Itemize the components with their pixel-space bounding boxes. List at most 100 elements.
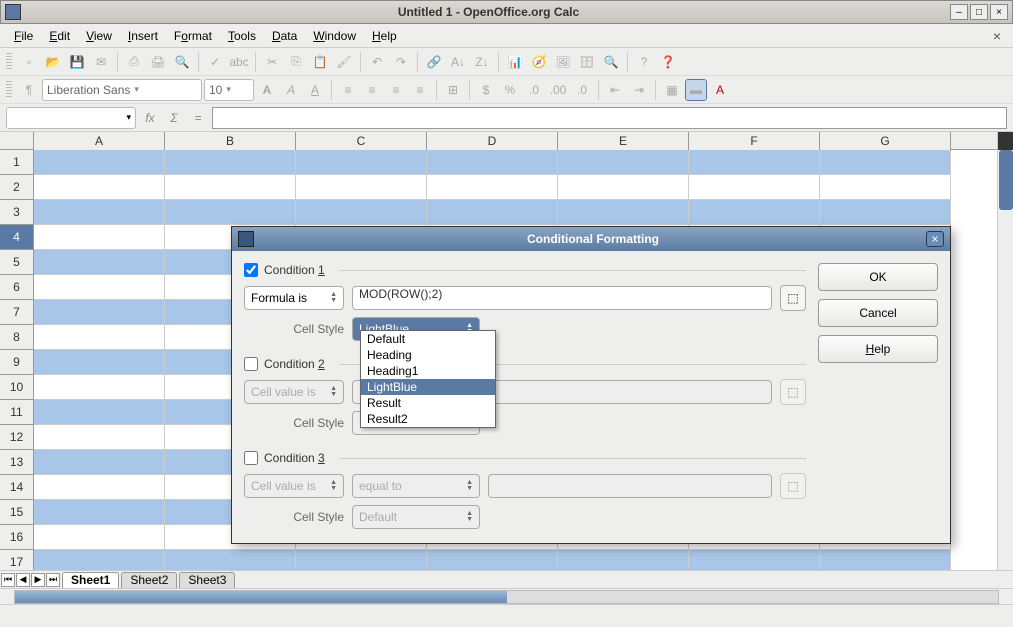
open-icon[interactable]: 📂 — [42, 51, 64, 73]
row-header[interactable]: 5 — [0, 250, 34, 275]
dropdown-option[interactable]: Default — [361, 331, 495, 347]
new-icon[interactable]: ▫ — [18, 51, 40, 73]
cell-style-dropdown[interactable]: DefaultHeadingHeading1LightBlueResultRes… — [360, 330, 496, 428]
save-icon[interactable]: 💾 — [66, 51, 88, 73]
cell[interactable] — [296, 175, 427, 200]
sheet-tab-3[interactable]: Sheet3 — [179, 572, 235, 588]
menu-tools[interactable]: Tools — [220, 27, 264, 45]
sheet-tab-1[interactable]: Sheet1 — [62, 572, 119, 588]
condition-1-type-combo[interactable]: Formula is▲▼ — [244, 286, 344, 310]
zoom-icon[interactable]: 🔍 — [600, 51, 622, 73]
dropdown-option[interactable]: Result — [361, 395, 495, 411]
autospell-icon[interactable]: abc — [228, 51, 250, 73]
cell[interactable] — [558, 150, 689, 175]
shrink-icon[interactable]: ⬚ — [780, 473, 806, 499]
cell[interactable] — [34, 525, 165, 550]
cell[interactable] — [165, 150, 296, 175]
undo-icon[interactable]: ↶ — [366, 51, 388, 73]
cell[interactable] — [34, 400, 165, 425]
condition-1-formula-input[interactable]: MOD(ROW();2) — [352, 286, 772, 310]
cell[interactable] — [820, 200, 951, 225]
cell[interactable] — [427, 200, 558, 225]
cell[interactable] — [34, 425, 165, 450]
vertical-scrollbar[interactable] — [997, 132, 1013, 570]
menu-edit[interactable]: Edit — [41, 27, 78, 45]
toolbar-grip[interactable] — [6, 53, 12, 71]
sheet-tab-2[interactable]: Sheet2 — [121, 572, 177, 588]
align-justify-icon[interactable]: ≡ — [409, 79, 431, 101]
navigator-icon[interactable]: 🧭 — [528, 51, 550, 73]
row-header[interactable]: 17 — [0, 550, 34, 570]
cell[interactable] — [34, 450, 165, 475]
copy-icon[interactable]: ⎘ — [285, 51, 307, 73]
decrease-indent-icon[interactable]: ⇤ — [604, 79, 626, 101]
cell[interactable] — [34, 225, 165, 250]
cell[interactable] — [34, 475, 165, 500]
condition-3-op-combo[interactable]: equal to▲▼ — [352, 474, 480, 498]
cell[interactable] — [558, 175, 689, 200]
gallery-icon[interactable]: 🖼 — [552, 51, 574, 73]
row-header[interactable]: 11 — [0, 400, 34, 425]
row-header[interactable]: 9 — [0, 350, 34, 375]
data-sources-icon[interactable]: 🗄 — [576, 51, 598, 73]
whats-this-icon[interactable]: ❓ — [657, 51, 679, 73]
menu-format[interactable]: Format — [166, 27, 220, 45]
name-box[interactable]: ▾ — [6, 107, 136, 129]
cell[interactable] — [165, 550, 296, 570]
cut-icon[interactable]: ✂ — [261, 51, 283, 73]
condition-2-type-combo[interactable]: Cell value is▲▼ — [244, 380, 344, 404]
underline-icon[interactable]: A — [304, 79, 326, 101]
italic-icon[interactable]: A — [280, 79, 302, 101]
cell[interactable] — [34, 350, 165, 375]
cell[interactable] — [165, 200, 296, 225]
cancel-button[interactable]: Cancel — [818, 299, 938, 327]
condition-1-checkbox[interactable] — [244, 263, 258, 277]
dropdown-option[interactable]: Heading1 — [361, 363, 495, 379]
condition-3-style-combo[interactable]: Default▲▼ — [352, 505, 480, 529]
sum-icon[interactable]: Σ — [164, 108, 184, 128]
number-format-icon[interactable]: .0 — [523, 79, 545, 101]
shrink-icon[interactable]: ⬚ — [780, 285, 806, 311]
redo-icon[interactable]: ↷ — [390, 51, 412, 73]
row-header[interactable]: 3 — [0, 200, 34, 225]
font-size-combo[interactable]: 10▾ — [204, 79, 254, 101]
row-header[interactable]: 6 — [0, 275, 34, 300]
cell[interactable] — [34, 200, 165, 225]
email-icon[interactable]: ✉ — [90, 51, 112, 73]
remove-decimal-icon[interactable]: .0 — [571, 79, 593, 101]
cell[interactable] — [689, 550, 820, 570]
percent-icon[interactable]: % — [499, 79, 521, 101]
condition-2-value-input[interactable] — [488, 380, 772, 404]
cell[interactable] — [296, 200, 427, 225]
condition-3-value-input[interactable] — [488, 474, 772, 498]
col-header-G[interactable]: G — [820, 132, 951, 150]
cell[interactable] — [34, 175, 165, 200]
cell[interactable] — [689, 150, 820, 175]
cell[interactable] — [689, 175, 820, 200]
formula-input[interactable] — [212, 107, 1007, 129]
help-button[interactable]: Help — [818, 335, 938, 363]
dropdown-option[interactable]: Heading — [361, 347, 495, 363]
print-icon[interactable]: 🖨 — [147, 51, 169, 73]
dialog-close-button[interactable]: × — [926, 231, 944, 247]
tab-nav-first-icon[interactable]: ⏮ — [1, 573, 15, 587]
align-left-icon[interactable]: ≡ — [337, 79, 359, 101]
cell[interactable] — [820, 175, 951, 200]
cell[interactable] — [34, 150, 165, 175]
row-header[interactable]: 4 — [0, 225, 34, 250]
row-header[interactable]: 16 — [0, 525, 34, 550]
tab-nav-last-icon[interactable]: ⏭ — [46, 573, 60, 587]
cell[interactable] — [296, 550, 427, 570]
cell[interactable] — [34, 275, 165, 300]
cell[interactable] — [820, 150, 951, 175]
col-header-C[interactable]: C — [296, 132, 427, 150]
align-right-icon[interactable]: ≡ — [385, 79, 407, 101]
chart-icon[interactable]: 📊 — [504, 51, 526, 73]
col-header-E[interactable]: E — [558, 132, 689, 150]
condition-2-checkbox[interactable] — [244, 357, 258, 371]
row-header[interactable]: 15 — [0, 500, 34, 525]
cell[interactable] — [558, 200, 689, 225]
styles-icon[interactable]: ¶ — [18, 79, 40, 101]
row-header[interactable]: 2 — [0, 175, 34, 200]
minimize-button[interactable]: – — [950, 4, 968, 20]
